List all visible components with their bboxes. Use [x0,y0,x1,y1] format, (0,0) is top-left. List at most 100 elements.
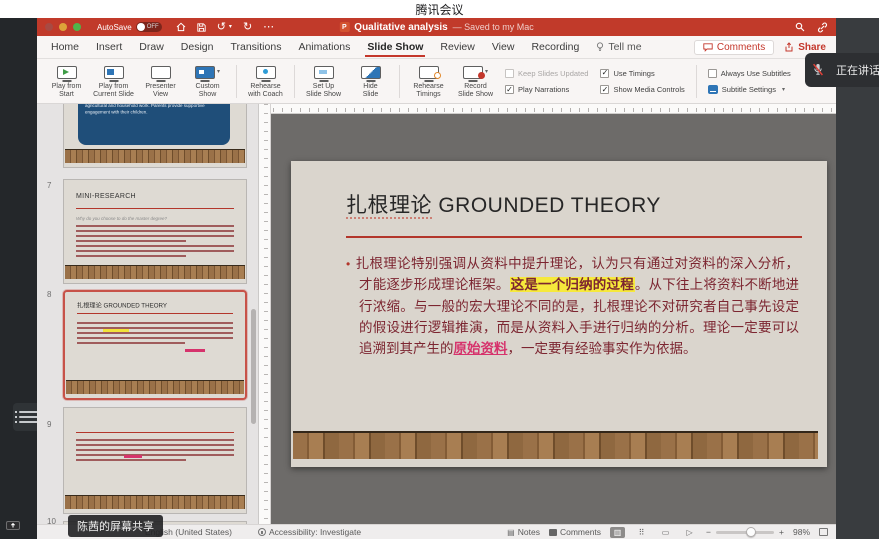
always-use-subtitles-checkbox[interactable]: Always Use Subtitles [708,69,791,78]
normal-view-button[interactable]: ▥ [610,527,625,538]
dropdown-caret-icon: ▾ [217,69,220,76]
slide-8-editor[interactable]: 扎根理论 GROUNDED THEORY •扎根理论特别强调从资料中提升理论，认… [291,161,827,467]
slide-thumbnail-7[interactable]: MINI-RESEARCH Why do you choose to do th… [63,179,247,284]
screen-share-icon[interactable] [6,521,20,532]
slide-thumbnail-6[interactable]: Guided participation Even when children … [63,104,247,168]
zoom-in-button[interactable]: + [779,527,784,537]
tab-home[interactable]: Home [51,36,79,58]
use-timings-checkbox[interactable]: ✓ Use Timings [600,69,684,78]
app-root: 腾讯会议 陈茜的屏幕共享 正在讲话 AutoSave OFF [0,0,879,539]
tab-recording[interactable]: Recording [531,36,579,58]
home-icon[interactable] [176,22,186,32]
slide-number: 10 [47,517,56,524]
comments-button[interactable]: Comments [694,40,774,55]
rehearse-timings-button[interactable]: RehearseTimings [405,62,452,101]
slide-sorter-view-button[interactable]: ⠿ [634,527,649,538]
rehearse-with-coach-button[interactable]: Rehearsewith Coach [242,62,289,101]
screen-share-banner: 陈茜的屏幕共享 [68,515,163,537]
subtitle-settings-icon [708,85,718,94]
notes-button[interactable]: ▤ Notes [507,527,540,537]
tab-animations[interactable]: Animations [298,36,350,58]
zoom-window-button[interactable] [73,23,81,31]
zoom-slider[interactable] [716,531,774,534]
slide-number: 9 [47,420,51,429]
redo-icon[interactable]: ↻ [243,22,252,33]
linked-phrase: 原始资料 [454,341,508,356]
tab-design[interactable]: Design [181,36,214,58]
keep-slides-updated-checkbox: Keep Slides Updated [505,69,588,78]
presenter-view-button[interactable]: PresenterView [137,62,184,101]
custom-show-button[interactable]: ▾ CustomShow [184,62,231,101]
hide-slide-button[interactable]: HideSlide [347,62,394,101]
powerpoint-doc-icon: P [339,22,349,32]
tab-draw[interactable]: Draw [139,36,164,58]
set-up-slide-show-icon [314,66,334,79]
undo-icon[interactable]: ↺ [217,22,226,33]
reading-view-button[interactable]: ▭ [658,527,673,538]
meeting-window-title: 腾讯会议 [415,1,463,18]
tab-view[interactable]: View [492,36,515,58]
meeting-right-strip [836,18,879,539]
ppt-titlebar: AutoSave OFF ↺▾ ↻ ⋯ P Qualitative analys… [37,18,836,36]
comments-toggle-button[interactable]: Comments [549,527,601,537]
speaking-indicator: 正在讲话 [805,53,879,87]
tab-transitions[interactable]: Transitions [230,36,281,58]
dropdown-caret-icon: ▾ [782,86,785,93]
slide-thumbnail-8[interactable]: 扎根理论 GROUNDED THEORY [63,290,247,400]
thumbnail-scrollbar[interactable] [251,309,256,424]
tab-insert[interactable]: Insert [96,36,122,58]
fit-slide-to-window-icon[interactable] [819,528,828,536]
bullet-marker: • [346,257,350,271]
dropdown-caret-icon: ▾ [485,69,488,76]
wood-floor-strip [65,495,245,509]
play-from-current-slide-icon [104,66,124,79]
show-media-controls-checkbox[interactable]: ✓ Show Media Controls [600,85,684,94]
slide-canvas: 扎根理论 GROUNDED THEORY •扎根理论特别强调从资料中提升理论，认… [271,104,836,524]
tab-tell-me[interactable]: Tell me [596,36,641,58]
share-button[interactable]: Share [784,42,826,53]
link-icon[interactable] [817,22,828,33]
play-from-start-icon [57,66,77,79]
meeting-left-strip [0,18,37,539]
zoom-slider-knob[interactable] [746,527,756,537]
subtitle-settings-button[interactable]: Subtitle Settings ▾ [708,85,791,94]
slide-number: 7 [47,181,51,190]
powerpoint-window: AutoSave OFF ↺▾ ↻ ⋯ P Qualitative analys… [37,18,836,539]
red-link-mark [185,349,205,352]
tab-review[interactable]: Review [440,36,474,58]
record-slide-show-button[interactable]: ▾ RecordSlide Show [452,62,499,101]
red-link-mark [124,455,142,458]
slide-number: 8 [47,290,51,299]
close-window-button[interactable] [45,23,53,31]
play-from-start-button[interactable]: Play fromStart [43,62,90,101]
accessibility-icon [258,528,266,536]
search-icon[interactable] [795,22,805,32]
speaking-label: 正在讲话 [836,62,879,78]
slide-title: 扎根理论 GROUNDED THEORY [346,189,661,219]
share-arrow-icon [784,42,794,52]
meeting-titlebar: 腾讯会议 [0,0,879,18]
slideshow-view-button[interactable]: ▷ [682,527,697,538]
undo-dropdown-icon[interactable]: ▾ [229,24,232,30]
zoom-out-button[interactable]: − [706,527,711,537]
more-options-icon[interactable]: ⋯ [263,22,274,33]
play-narrations-checkbox[interactable]: ✓ Play Narrations [505,85,588,94]
play-from-current-slide-button[interactable]: Play fromCurrent Slide [90,62,137,101]
save-icon[interactable] [197,23,206,32]
rehearse-with-coach-icon [256,66,276,79]
set-up-slide-show-button[interactable]: Set UpSlide Show [300,62,347,101]
ppt-ribbon-tabs: Home Insert Draw Design Transitions Anim… [37,36,836,59]
comments-icon [549,529,557,536]
rehearse-timings-icon [419,66,439,79]
slide-thumbnail-9[interactable] [63,407,247,514]
accessibility-status[interactable]: Accessibility: Investigate [258,527,361,537]
zoom-level[interactable]: 98% [793,527,810,537]
highlighted-phrase: 这是一个归纳的过程 [510,277,635,292]
record-slide-show-icon [463,66,483,79]
slide-body-text: •扎根理论特别强调从资料中提升理论，认为只有通过对资料的深入分析，才能逐步形成理… [346,253,799,360]
wood-floor-strip [65,265,245,279]
minimize-window-button[interactable] [59,23,67,31]
autosave-toggle[interactable]: AutoSave OFF [97,22,162,32]
tab-slide-show[interactable]: Slide Show [367,36,423,58]
title-rule [346,236,802,238]
